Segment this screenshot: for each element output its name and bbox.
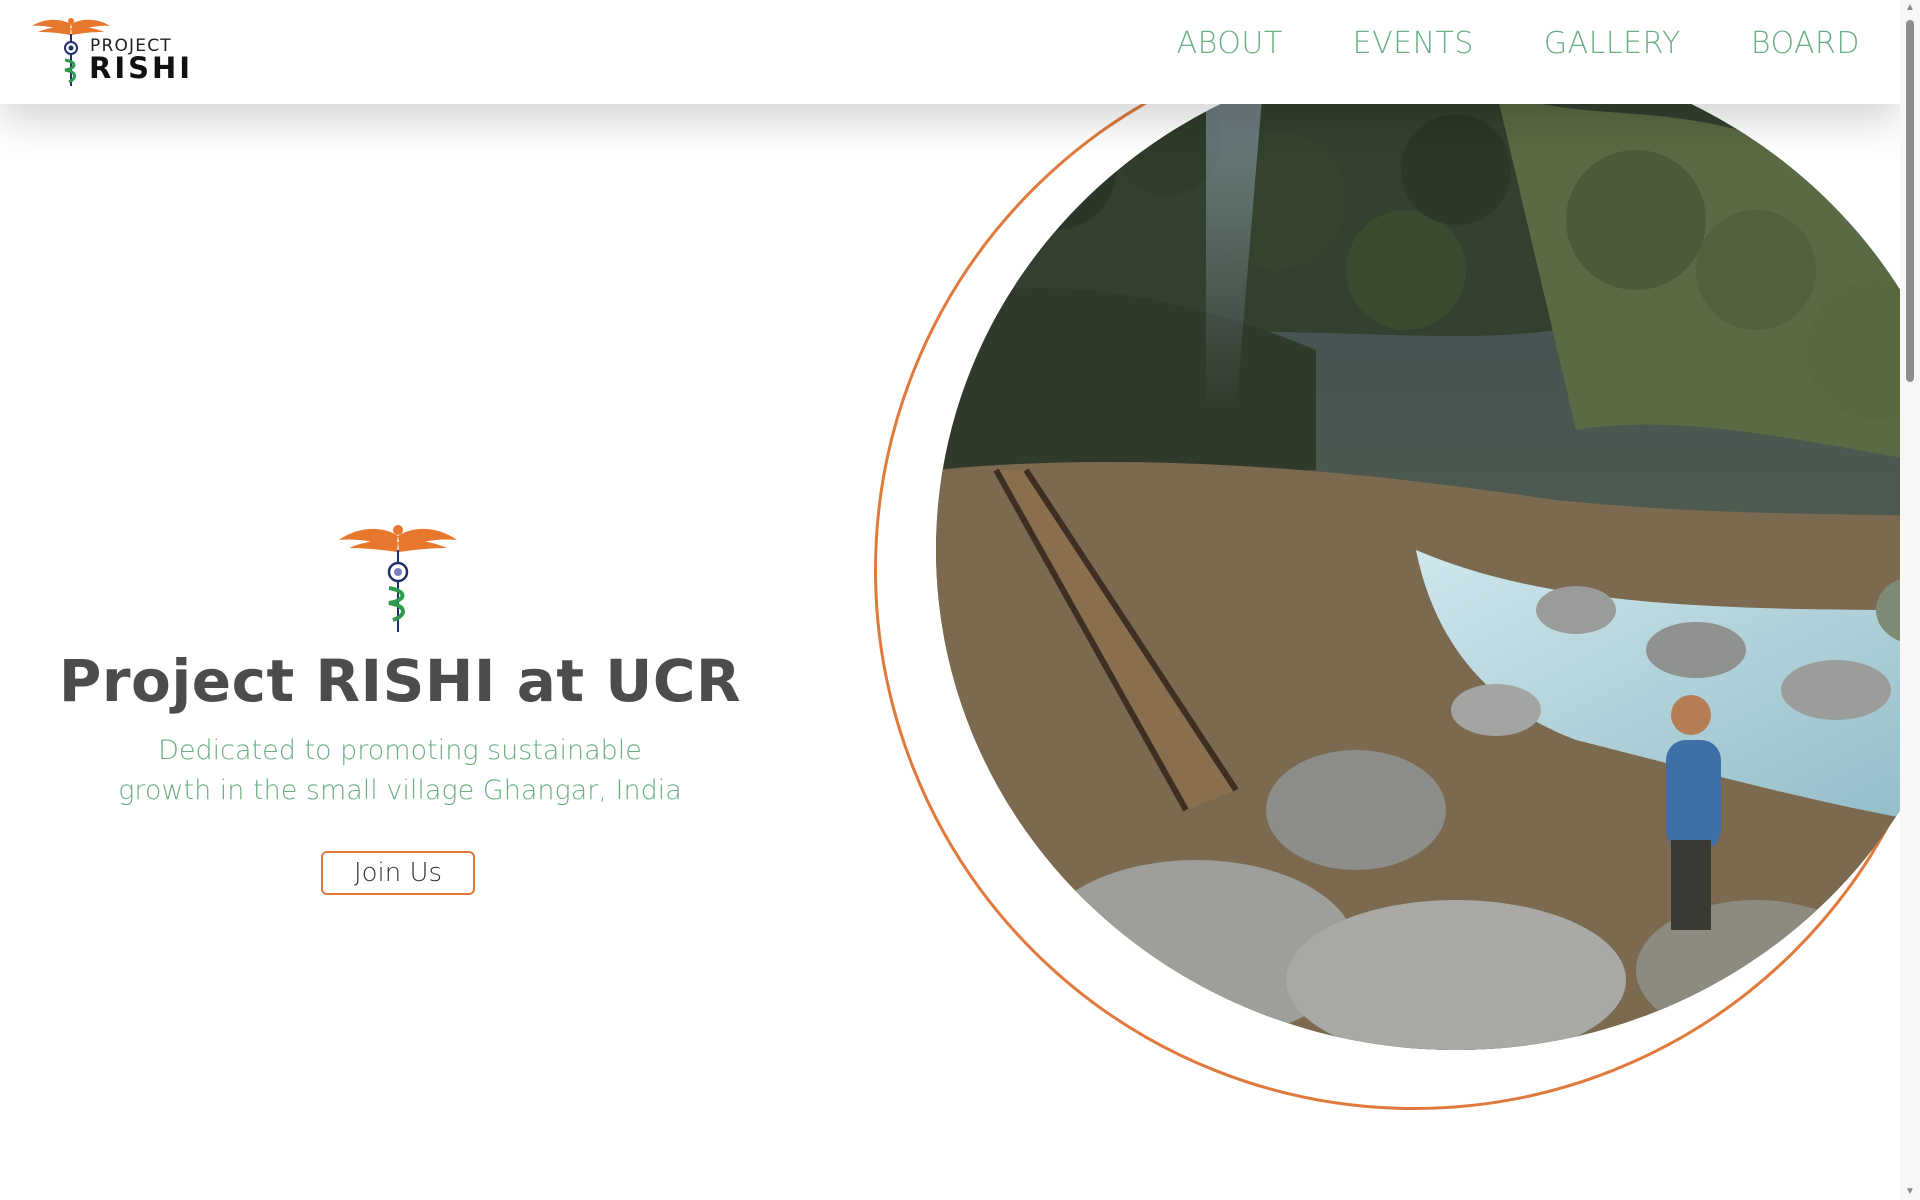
main-nav: ABOUT EVENTS GALLERY BOARD (1177, 26, 1860, 61)
scrollbar-thumb[interactable] (1906, 20, 1914, 382)
hero-subtitle-line-1: Dedicated to promoting sustainable (158, 735, 642, 766)
hero-photo (936, 50, 1900, 1050)
site-header: PROJECT RISHI ABOUT EVENTS GALLERY BOARD (0, 0, 1900, 104)
nav-link-gallery[interactable]: GALLERY (1544, 26, 1681, 61)
hero-title: Project RISHI at UCR (58, 647, 742, 715)
nav-link-board[interactable]: BOARD (1751, 26, 1860, 61)
join-us-button[interactable]: Join Us (321, 851, 475, 895)
site-logo[interactable]: PROJECT RISHI (30, 14, 190, 88)
hero-subtitle-line-2: growth in the small village Ghangar, Ind… (118, 775, 682, 806)
scroll-up-arrow-icon[interactable]: ▲ (1904, 2, 1916, 14)
nav-link-events[interactable]: EVENTS (1353, 26, 1474, 61)
logo-text-rishi: RISHI (89, 51, 194, 85)
nav-link-about[interactable]: ABOUT (1177, 26, 1283, 61)
scroll-down-arrow-icon[interactable]: ▼ (1904, 1186, 1916, 1198)
caduceus-icon (339, 525, 457, 632)
page-scrollbar[interactable]: ▲ ▼ (1900, 0, 1920, 1200)
hero-subtitle: Dedicated to promoting sustainable growt… (100, 731, 700, 811)
mountain-river-photo-icon (936, 50, 1900, 1050)
hero-photo-frame (900, 0, 1900, 1050)
